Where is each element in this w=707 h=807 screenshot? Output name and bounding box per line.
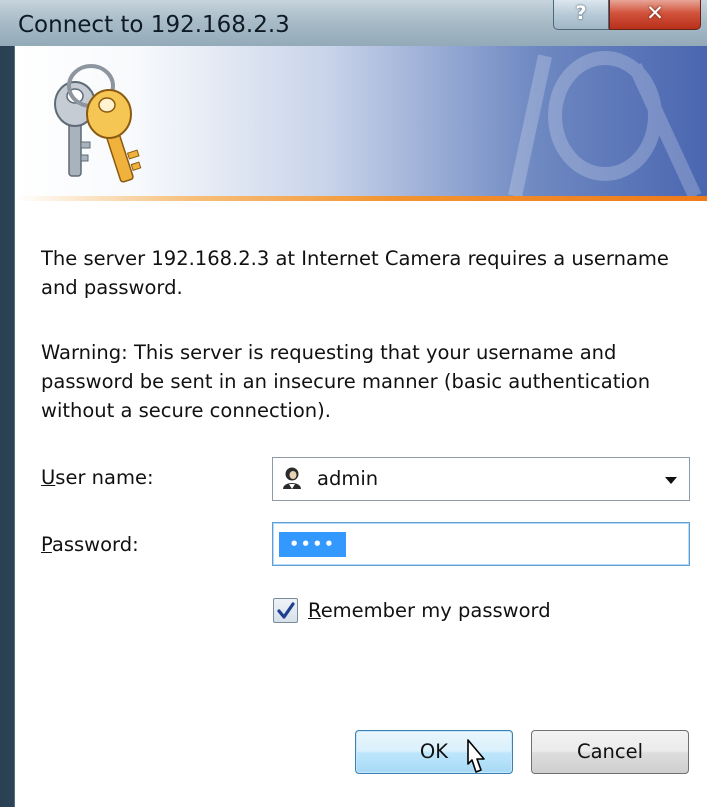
security-warning: Warning: This server is requesting that … — [41, 341, 651, 422]
remember-password-checkbox[interactable] — [273, 598, 298, 623]
password-label-rest: assword: — [51, 533, 139, 556]
close-button[interactable]: ✕ — [609, 0, 701, 30]
username-value[interactable]: admin — [317, 467, 378, 490]
checkmark-icon — [277, 602, 295, 619]
username-combobox[interactable]: admin — [272, 457, 690, 501]
password-field[interactable]: •••• — [272, 522, 690, 566]
remember-label-accel: R — [308, 599, 321, 622]
cancel-button[interactable]: Cancel — [531, 730, 689, 774]
password-masked-value[interactable]: •••• — [279, 532, 346, 557]
username-label-rest: ser name: — [55, 466, 154, 489]
server-message: The server 192.168.2.3 at Internet Camer… — [41, 247, 669, 299]
mouse-pointer-icon — [467, 739, 485, 773]
dialog-window: Connect to 192.168.2.3 ? ✕ The server 19… — [0, 0, 707, 807]
password-label: Password: — [41, 533, 139, 556]
banner — [15, 46, 707, 196]
banner-accent-line — [15, 196, 707, 201]
window-title: Connect to 192.168.2.3 — [18, 12, 290, 38]
help-button[interactable]: ? — [553, 0, 609, 30]
keys-watermark-icon — [508, 51, 702, 196]
dialog-body: The server 192.168.2.3 at Internet Camer… — [14, 46, 707, 807]
remember-label-rest: emember my password — [320, 599, 551, 622]
password-label-accel: P — [41, 533, 52, 556]
username-label: User name: — [41, 466, 154, 489]
keys-icon — [54, 64, 142, 183]
remember-password-label[interactable]: Remember my password — [308, 599, 551, 622]
title-bar[interactable]: Connect to 192.168.2.3 ? ✕ — [0, 0, 707, 46]
chevron-down-icon[interactable] — [665, 477, 677, 484]
user-icon — [283, 467, 301, 489]
username-label-accel: U — [41, 466, 56, 489]
